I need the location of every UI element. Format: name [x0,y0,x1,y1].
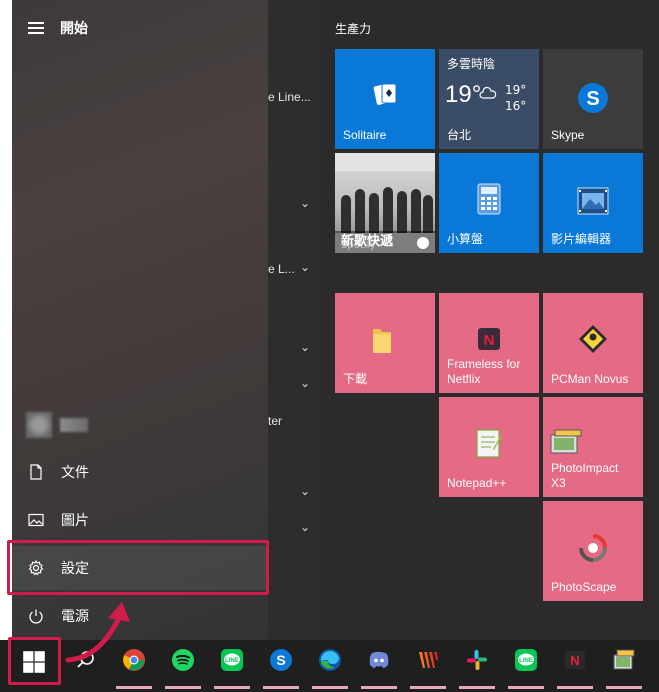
video-editor-icon [577,187,609,215]
tile-label: 下載 [343,372,368,386]
spotify-badge-icon [417,237,429,249]
svg-text:LINE: LINE [519,658,533,664]
pcman-icon [579,325,607,353]
tile-spotify[interactable]: Spotify 新歌快遞 [335,153,435,253]
chevron-down-icon[interactable]: ⌄ [300,376,310,390]
weather-low: 16° [505,99,527,113]
chevron-down-icon[interactable]: ⌄ [300,520,310,534]
document-icon [30,464,42,480]
spotify-promo-image [335,171,435,233]
tile-label: Solitaire [343,128,387,142]
tile-photoscape[interactable]: PhotoScape [543,501,643,601]
tile-weather[interactable]: 多雲時陰 19° 19° 16° 台北 [439,49,539,149]
edge-icon[interactable] [318,648,342,672]
tile-label: Frameless for Netflix [447,357,521,386]
tile-photoimpact[interactable]: PhotoImpact X3 [543,397,643,497]
spotify-icon[interactable] [171,648,195,672]
folder-icon [373,329,391,353]
weather-high: 19° [505,83,527,97]
tile-video-editor[interactable]: 影片編輯器 [543,153,643,253]
svg-text:N: N [484,332,495,349]
line-icon[interactable]: LINE [514,648,538,672]
user-avatar[interactable] [26,412,52,438]
chevron-down-icon[interactable]: ⌄ [300,340,310,354]
tile-label: PhotoImpact X3 [551,461,619,490]
weather-city: 台北 [447,128,472,142]
nav-pictures-label: 圖片 [61,513,89,529]
chevron-down-icon[interactable]: ⌄ [300,260,310,274]
start-button-highlight-box [8,637,61,685]
power-icon [29,609,43,624]
weather-condition: 多雲時陰 [447,57,496,71]
winamp-icon[interactable] [416,648,440,672]
tile-pcman-novus[interactable]: PCMan Novus [543,293,643,393]
nav-documents-label: 文件 [61,465,89,481]
tile-frameless-netflix[interactable]: N Frameless for Netflix [439,293,539,393]
tile-skype[interactable]: S Skype [543,49,643,149]
user-name-blurred [60,418,88,432]
solitaire-cards-icon [373,83,397,105]
nav-power[interactable]: 電源 [12,594,268,638]
hamburger-menu-icon[interactable] [28,22,44,34]
tile-label: 影片編輯器 [551,232,612,246]
tile-label: 小算盤 [447,232,484,246]
svg-text:LINE: LINE [225,658,239,664]
cloud-icon [479,86,497,99]
tile-notepadpp[interactable]: Notepad++ [439,397,539,497]
app-list-item[interactable]: ter [268,414,282,428]
photoscape-icon [579,534,607,562]
svg-text:S: S [276,652,285,668]
chevron-down-icon[interactable]: ⌄ [300,484,310,498]
app-list-item[interactable]: e Line... [268,90,311,104]
tile-label: Notepad++ [447,476,507,490]
nav-documents[interactable]: 文件 [12,450,268,494]
skype-icon: S [578,83,608,113]
svg-text:N: N [570,653,579,668]
tile-group-title: 生產力 [335,22,372,36]
start-menu-screenshot: e Line... e L... ter ⌄ ⌄ ⌄ ⌄ ⌄ ⌄ 開始 文件 圖… [0,0,659,692]
annotation-arrow [65,602,130,663]
line-icon[interactable]: LINE [220,648,244,672]
start-title: 開始 [60,21,88,37]
svg-text:S: S [586,88,599,110]
tile-solitaire[interactable]: Solitaire [335,49,435,149]
skype-icon[interactable]: S [269,648,293,672]
photoimpact-icon[interactable] [612,648,636,672]
tile-label: PhotoScape [551,580,617,594]
weather-temp: 19° [445,81,482,108]
discord-icon[interactable] [367,648,391,672]
tile-calculator[interactable]: 小算盤 [439,153,539,253]
photoimpact-icon [550,429,582,454]
app-list-item[interactable]: e L... [268,262,295,276]
spotify-banner: 新歌快遞 [341,234,394,249]
slack-icon[interactable] [465,648,489,672]
calculator-icon [477,183,501,215]
chevron-down-icon[interactable]: ⌄ [300,196,310,210]
settings-highlight-box [7,540,269,595]
tile-label: PCMan Novus [551,372,629,386]
tile-label: Skype [551,128,585,142]
nav-pictures[interactable]: 圖片 [12,498,268,542]
netflix-icon: N [478,328,500,350]
picture-icon [28,513,44,527]
netflix-icon[interactable]: N [563,648,587,672]
notepadpp-icon [476,429,502,458]
tile-downloads[interactable]: 下載 [335,293,435,393]
